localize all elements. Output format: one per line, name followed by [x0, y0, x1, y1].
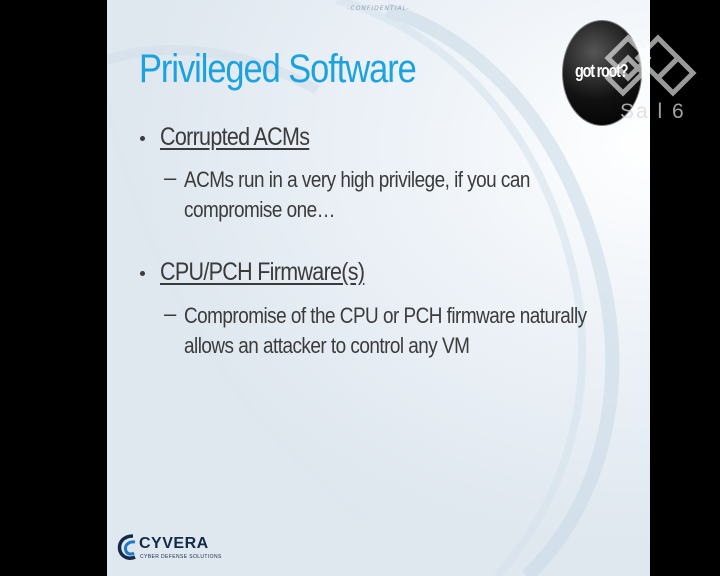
bullet-dot	[140, 271, 145, 276]
sub-bullet-line: Compromise of the CPU or PCH firmware na…	[184, 303, 587, 328]
channel-watermark-text: Sa l 6	[620, 100, 686, 123]
bullet-label: Corrupted ACMs	[160, 123, 310, 151]
logo-tagline: CYBER DEFENSE SOLUTIONS	[140, 554, 222, 560]
sub-bullet-text: ACMs run in a very high privilege, if yo…	[184, 165, 588, 225]
cyvera-logo: CYVERA CYBER DEFENSE SOLUTIONS	[117, 531, 227, 567]
confidential-label: -CONFIDENTIAL-	[347, 5, 410, 12]
slide-title: Privileged Software	[139, 47, 417, 91]
sub-bullet-text: Compromise of the CPU or PCH firmware na…	[184, 301, 588, 361]
sub-bullet-line: allows an attacker to control any VM	[184, 333, 470, 358]
bullet-label: CPU/PCH Firmware(s)	[160, 258, 365, 286]
cyvera-swirl-icon	[117, 534, 136, 560]
sub-bullet-line: ACMs run in a very high privilege, if yo…	[184, 167, 530, 192]
sub-bullet-dash: –	[164, 165, 177, 190]
sub-bullet-dash: –	[164, 301, 177, 326]
logo-name: CYVERA	[139, 535, 209, 552]
sub-bullet-line: compromise one…	[184, 197, 336, 222]
bullet-dot	[140, 136, 145, 141]
